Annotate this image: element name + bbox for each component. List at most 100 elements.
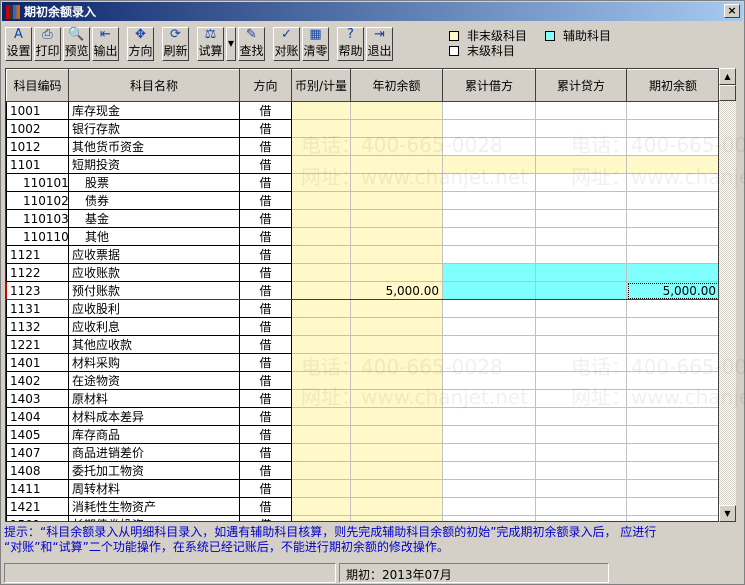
ending-balance[interactable]	[626, 119, 718, 138]
currency-cell[interactable]	[291, 281, 351, 300]
debit-total[interactable]	[442, 119, 536, 138]
column-header[interactable]: 累计贷方	[535, 69, 627, 102]
credit-total[interactable]	[535, 389, 627, 408]
debit-total[interactable]	[442, 299, 536, 318]
ending-balance[interactable]	[626, 443, 718, 462]
opening-balance[interactable]	[350, 101, 443, 120]
opening-balance[interactable]	[350, 353, 443, 372]
ending-balance[interactable]	[626, 335, 718, 354]
currency-cell[interactable]	[291, 515, 351, 521]
currency-cell[interactable]	[291, 371, 351, 390]
table-row[interactable]: 1407 商品进销差价借	[6, 443, 718, 462]
currency-cell[interactable]	[291, 245, 351, 264]
scroll-up-button[interactable]: ▲	[719, 68, 736, 85]
table-row[interactable]: 1404 材料成本差异借	[6, 407, 718, 426]
table-row[interactable]: 110102 债券借	[6, 191, 718, 210]
opening-balance[interactable]	[350, 263, 443, 282]
currency-cell[interactable]	[291, 443, 351, 462]
vertical-scrollbar[interactable]: ▲ ▼	[719, 68, 736, 522]
column-header[interactable]: 科目名称	[68, 69, 240, 102]
toolbar-button-trial-balance[interactable]: ⚖ 试算	[197, 27, 224, 61]
ending-balance[interactable]	[626, 497, 718, 516]
debit-total[interactable]	[442, 227, 536, 246]
opening-balance[interactable]	[350, 155, 443, 174]
debit-total[interactable]	[442, 209, 536, 228]
debit-total[interactable]	[442, 191, 536, 210]
opening-balance[interactable]	[350, 389, 443, 408]
table-row[interactable]: 1122 应收账款借	[6, 263, 718, 282]
ending-balance[interactable]	[626, 299, 718, 318]
opening-balance[interactable]	[350, 371, 443, 390]
table-row[interactable]: 1012 其他货币资金借	[6, 137, 718, 156]
column-header[interactable]: 期初余额	[626, 69, 718, 102]
toolbar-button-clear[interactable]: ▦ 清零	[302, 27, 329, 61]
toolbar-button-preview[interactable]: 🔍 预览	[63, 27, 90, 61]
scroll-thumb[interactable]	[719, 85, 736, 101]
debit-total[interactable]	[442, 515, 536, 521]
ending-balance[interactable]	[626, 461, 718, 480]
credit-total[interactable]	[535, 497, 627, 516]
ending-balance[interactable]	[626, 353, 718, 372]
debit-total[interactable]	[442, 281, 536, 300]
table-row[interactable]: 1131 应收股利借	[6, 299, 718, 318]
credit-total[interactable]	[535, 317, 627, 336]
ending-balance[interactable]	[626, 479, 718, 498]
opening-balance[interactable]	[350, 317, 443, 336]
credit-total[interactable]	[535, 371, 627, 390]
table-row[interactable]: 1421 消耗性生物资产借	[6, 497, 718, 516]
currency-cell[interactable]	[291, 479, 351, 498]
debit-total[interactable]	[442, 407, 536, 426]
toolbar-button-direction[interactable]: ✥ 方向	[127, 27, 154, 61]
credit-total[interactable]	[535, 245, 627, 264]
debit-total[interactable]	[442, 371, 536, 390]
ending-balance[interactable]	[626, 245, 718, 264]
opening-balance[interactable]	[350, 497, 443, 516]
toolbar-button-reconcile[interactable]: ✓ 对账	[273, 27, 300, 61]
debit-total[interactable]	[442, 155, 536, 174]
currency-cell[interactable]	[291, 101, 351, 120]
debit-total[interactable]	[442, 425, 536, 444]
table-row[interactable]: 1403 原材料借	[6, 389, 718, 408]
debit-total[interactable]	[442, 137, 536, 156]
currency-cell[interactable]	[291, 497, 351, 516]
currency-cell[interactable]	[291, 353, 351, 372]
credit-total[interactable]	[535, 461, 627, 480]
credit-total[interactable]	[535, 407, 627, 426]
opening-balance[interactable]	[350, 227, 443, 246]
ending-balance[interactable]	[626, 155, 718, 174]
table-row[interactable]: 1132 应收利息借	[6, 317, 718, 336]
ending-balance[interactable]	[626, 227, 718, 246]
column-header[interactable]: 科目编码	[6, 69, 69, 102]
table-row[interactable]: 1411 周转材料借	[6, 479, 718, 498]
currency-cell[interactable]	[291, 425, 351, 444]
opening-balance[interactable]	[350, 461, 443, 480]
debit-total[interactable]	[442, 443, 536, 462]
currency-cell[interactable]	[291, 263, 351, 282]
credit-total[interactable]	[535, 281, 627, 300]
opening-balance[interactable]	[350, 245, 443, 264]
debit-total[interactable]	[442, 263, 536, 282]
debit-total[interactable]	[442, 317, 536, 336]
toolbar-button-exit[interactable]: ⇥ 退出	[366, 27, 393, 61]
opening-balance[interactable]	[350, 425, 443, 444]
credit-total[interactable]	[535, 137, 627, 156]
ending-balance[interactable]	[626, 515, 718, 521]
credit-total[interactable]	[535, 299, 627, 318]
debit-total[interactable]	[442, 173, 536, 192]
table-row[interactable]: 110110 其他借	[6, 227, 718, 246]
table-row[interactable]: 1221 其他应收款借	[6, 335, 718, 354]
table-row[interactable]: 1001 库存现金借	[6, 101, 718, 120]
ending-balance[interactable]	[626, 407, 718, 426]
credit-total[interactable]	[535, 425, 627, 444]
table-row[interactable]: 1101 短期投资借	[6, 155, 718, 174]
credit-total[interactable]	[535, 119, 627, 138]
ending-balance[interactable]	[626, 101, 718, 120]
opening-balance[interactable]	[350, 407, 443, 426]
column-header[interactable]: 方向	[239, 69, 292, 102]
opening-balance[interactable]	[350, 209, 443, 228]
ending-balance[interactable]	[626, 371, 718, 390]
table-row[interactable]: 1501长期债券投资借	[6, 515, 718, 521]
currency-cell[interactable]	[291, 155, 351, 174]
currency-cell[interactable]	[291, 191, 351, 210]
credit-total[interactable]	[535, 227, 627, 246]
